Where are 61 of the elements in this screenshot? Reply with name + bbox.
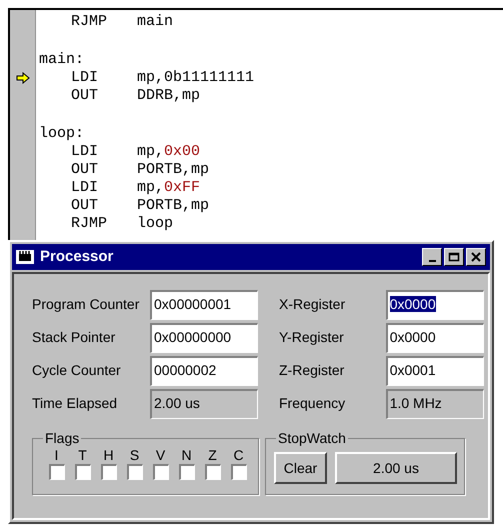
operand: PORTB,mp — [137, 197, 210, 215]
flag-label: V — [156, 447, 166, 463]
code-label: loop: — [38, 125, 84, 143]
field-label: Y-Register — [279, 328, 345, 347]
flag-label: H — [103, 447, 114, 463]
operand: PORTB,mp — [137, 161, 210, 179]
operand: DDRB,mp — [137, 87, 200, 105]
flag-checkbox[interactable] — [126, 464, 142, 480]
code-label: main: — [38, 51, 84, 69]
flag-label: T — [78, 447, 87, 463]
field-label: Z-Register — [279, 361, 346, 380]
flag-label: I — [54, 447, 58, 463]
window-title: Processor — [40, 246, 114, 267]
flag-checkbox[interactable] — [204, 464, 220, 480]
value-field[interactable]: 0x00000001 — [150, 290, 258, 320]
flag-checkbox[interactable] — [230, 464, 246, 480]
instruction: LDI — [70, 179, 100, 197]
value-field[interactable]: 0x00000000 — [150, 322, 258, 352]
flag-checkbox[interactable] — [178, 464, 194, 480]
close-icon — [470, 252, 482, 262]
flag-checkbox[interactable] — [152, 464, 168, 480]
chip-icon — [16, 250, 34, 264]
minimize-icon — [428, 260, 436, 262]
value-field[interactable]: 00000002 — [150, 356, 258, 386]
flag-checkbox[interactable] — [48, 464, 64, 480]
stopwatch-button[interactable]: 2.00 us — [335, 452, 457, 484]
instruction: OUT — [70, 87, 100, 105]
operand: mp,0xFF — [137, 179, 200, 197]
flag-checkbox[interactable] — [74, 464, 90, 480]
operand: mp,0x00 — [137, 143, 200, 161]
field-label: X-Register — [279, 295, 346, 314]
minimize-button[interactable] — [422, 248, 442, 266]
field-label: Time Elapsed — [32, 394, 118, 413]
value-field[interactable]: 0x0001 — [386, 356, 484, 386]
instruction: LDI — [70, 69, 100, 87]
field-label: Frequency — [279, 394, 346, 413]
flag-label: Z — [208, 447, 217, 463]
instruction: LDI — [70, 143, 100, 161]
value-field: 1.0 MHz — [386, 388, 484, 418]
value-field[interactable]: 0x0000 — [386, 290, 484, 320]
operand: main — [137, 13, 174, 31]
field-label: Program Counter — [32, 295, 140, 314]
instruction: OUT — [70, 161, 100, 179]
close-button[interactable] — [466, 248, 486, 266]
flag-label: C — [233, 447, 244, 463]
instruction: OUT — [70, 197, 100, 215]
field-label: Stack Pointer — [32, 328, 116, 347]
flag-checkbox[interactable] — [100, 464, 116, 480]
field-label: Cycle Counter — [32, 361, 122, 380]
instruction: RJMP — [70, 215, 108, 233]
maximize-button[interactable] — [444, 248, 464, 266]
operand: mp,0b11111111 — [137, 69, 254, 87]
value-field: 2.00 us — [150, 388, 258, 418]
flag-label: N — [181, 447, 192, 463]
arrow-icon — [16, 72, 30, 84]
maximize-icon — [448, 252, 460, 262]
value-field[interactable]: 0x0000 — [386, 322, 484, 352]
operand: loop — [137, 215, 174, 233]
clear-button[interactable]: Clear — [274, 452, 327, 484]
flag-label: S — [130, 447, 140, 463]
instruction: RJMP — [70, 13, 108, 31]
